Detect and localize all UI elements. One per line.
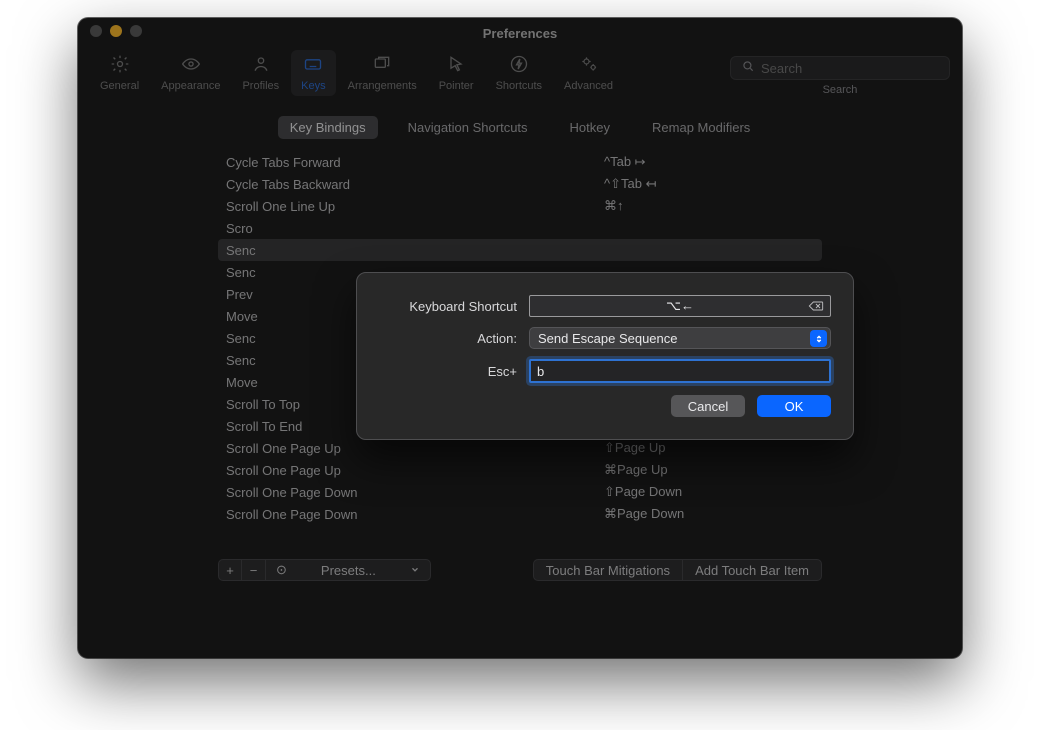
touch-bar-mitigations-button[interactable]: Touch Bar Mitigations [533, 559, 682, 581]
remove-binding-button[interactable]: − [242, 559, 266, 581]
chevron-down-icon [410, 563, 420, 578]
subtabs: Key Bindings Navigation Shortcuts Hotkey… [78, 102, 962, 151]
subtab-key-bindings[interactable]: Key Bindings [278, 116, 378, 139]
toolbar-item-shortcuts[interactable]: Shortcuts [486, 50, 552, 96]
binding-name: Scroll One Page Down [226, 485, 604, 500]
clear-shortcut-icon[interactable] [808, 300, 824, 312]
preferences-window: Preferences General Appearance Profiles [78, 18, 962, 658]
keyboard-icon [302, 54, 324, 77]
toolbar-item-keys[interactable]: Keys [291, 50, 335, 96]
subtab-navigation-shortcuts[interactable]: Navigation Shortcuts [396, 116, 540, 139]
minimize-window-icon[interactable] [110, 25, 122, 37]
esc-field-label: Esc+ [379, 364, 529, 379]
toolbar-label: Profiles [242, 80, 279, 92]
binding-shortcut: ⇧Page Down [604, 484, 814, 500]
select-stepper-icon [810, 330, 827, 347]
toolbar-item-general[interactable]: General [90, 50, 149, 96]
toolbar-item-profiles[interactable]: Profiles [232, 50, 289, 96]
subtab-hotkey[interactable]: Hotkey [558, 116, 622, 139]
binding-name: Scroll One Page Up [226, 441, 604, 456]
shortcut-value: ⌥← [666, 298, 694, 314]
search-toolbar-label: Search [823, 84, 858, 96]
toolbar-label: Pointer [439, 80, 474, 92]
close-window-icon[interactable] [90, 25, 102, 37]
toolbar: General Appearance Profiles Keys [78, 48, 962, 102]
add-touch-bar-item-button[interactable]: Add Touch Bar Item [682, 559, 822, 581]
toolbar-label: Keys [301, 80, 325, 92]
maximize-window-icon[interactable] [130, 25, 142, 37]
presets-label: Presets... [321, 563, 376, 578]
key-binding-row[interactable]: Scroll One Line Up⌘↑ [218, 195, 822, 217]
window-title: Preferences [483, 26, 557, 41]
edit-key-binding-dialog: Keyboard Shortcut ⌥← Action: Send Escape… [356, 272, 854, 440]
search-icon [741, 59, 755, 78]
add-binding-button[interactable]: + [218, 559, 242, 581]
binding-name: Cycle Tabs Backward [226, 177, 604, 192]
bolt-icon [508, 54, 530, 77]
toolbar-item-appearance[interactable]: Appearance [151, 50, 230, 96]
windows-icon [371, 54, 393, 77]
toolbar-label: Advanced [564, 80, 613, 92]
shortcut-field-label: Keyboard Shortcut [379, 299, 529, 314]
binding-name: Scroll One Page Down [226, 507, 604, 522]
key-binding-row[interactable]: Scroll One Page Up⌘Page Up [218, 459, 822, 481]
binding-name: Cycle Tabs Forward [226, 155, 604, 170]
binding-name: Senc [226, 243, 604, 258]
cursor-icon [445, 54, 467, 77]
binding-shortcut: ^Tab ↦ [604, 154, 814, 170]
presets-icon: ⊙ [276, 562, 287, 578]
action-value: Send Escape Sequence [538, 331, 678, 346]
binding-shortcut: ⇧Page Up [604, 440, 814, 456]
eye-icon [180, 54, 202, 77]
key-binding-row[interactable]: Scroll One Page Down⌘Page Down [218, 503, 822, 525]
presets-button[interactable]: ⊙ Presets... [266, 559, 431, 581]
action-field-label: Action: [379, 331, 529, 346]
toolbar-item-pointer[interactable]: Pointer [429, 50, 484, 96]
action-select[interactable]: Send Escape Sequence [529, 327, 831, 349]
keyboard-shortcut-field[interactable]: ⌥← [529, 295, 831, 317]
gear-icon [109, 54, 131, 77]
toolbar-label: General [100, 80, 139, 92]
binding-shortcut: ⌘↑ [604, 198, 814, 214]
binding-shortcut: ⌘Page Down [604, 506, 814, 522]
toolbar-item-arrangements[interactable]: Arrangements [338, 50, 427, 96]
key-binding-row[interactable]: Scroll One Page Up⇧Page Up [218, 437, 822, 459]
person-icon [250, 54, 272, 77]
escape-sequence-input[interactable] [529, 359, 831, 383]
ok-button[interactable]: OK [757, 395, 831, 417]
binding-shortcut: ⌘Page Up [604, 462, 814, 478]
subtab-remap-modifiers[interactable]: Remap Modifiers [640, 116, 762, 139]
key-binding-row[interactable]: Scro [218, 217, 822, 239]
cancel-button[interactable]: Cancel [671, 395, 745, 417]
key-binding-row[interactable]: Cycle Tabs Forward^Tab ↦ [218, 151, 822, 173]
key-binding-row[interactable]: Senc [218, 239, 822, 261]
toolbar-label: Appearance [161, 80, 220, 92]
window-controls [90, 25, 142, 37]
toolbar-search: Search [730, 56, 950, 96]
toolbar-item-advanced[interactable]: Advanced [554, 50, 623, 96]
titlebar: Preferences [78, 18, 962, 48]
key-binding-row[interactable]: Cycle Tabs Backward^⇧Tab ↤ [218, 173, 822, 195]
toolbar-label: Shortcuts [496, 80, 542, 92]
key-binding-row[interactable]: Scroll One Page Down⇧Page Down [218, 481, 822, 503]
binding-name: Scroll One Page Up [226, 463, 604, 478]
binding-name: Scro [226, 221, 604, 236]
bottombar: + − ⊙ Presets... Touch Bar Mitigations A… [78, 553, 962, 581]
binding-shortcut: ^⇧Tab ↤ [604, 176, 814, 192]
gears-icon [578, 54, 600, 77]
toolbar-label: Arrangements [348, 80, 417, 92]
binding-name: Scroll One Line Up [226, 199, 604, 214]
search-input[interactable] [761, 61, 939, 76]
search-field[interactable] [730, 56, 950, 80]
